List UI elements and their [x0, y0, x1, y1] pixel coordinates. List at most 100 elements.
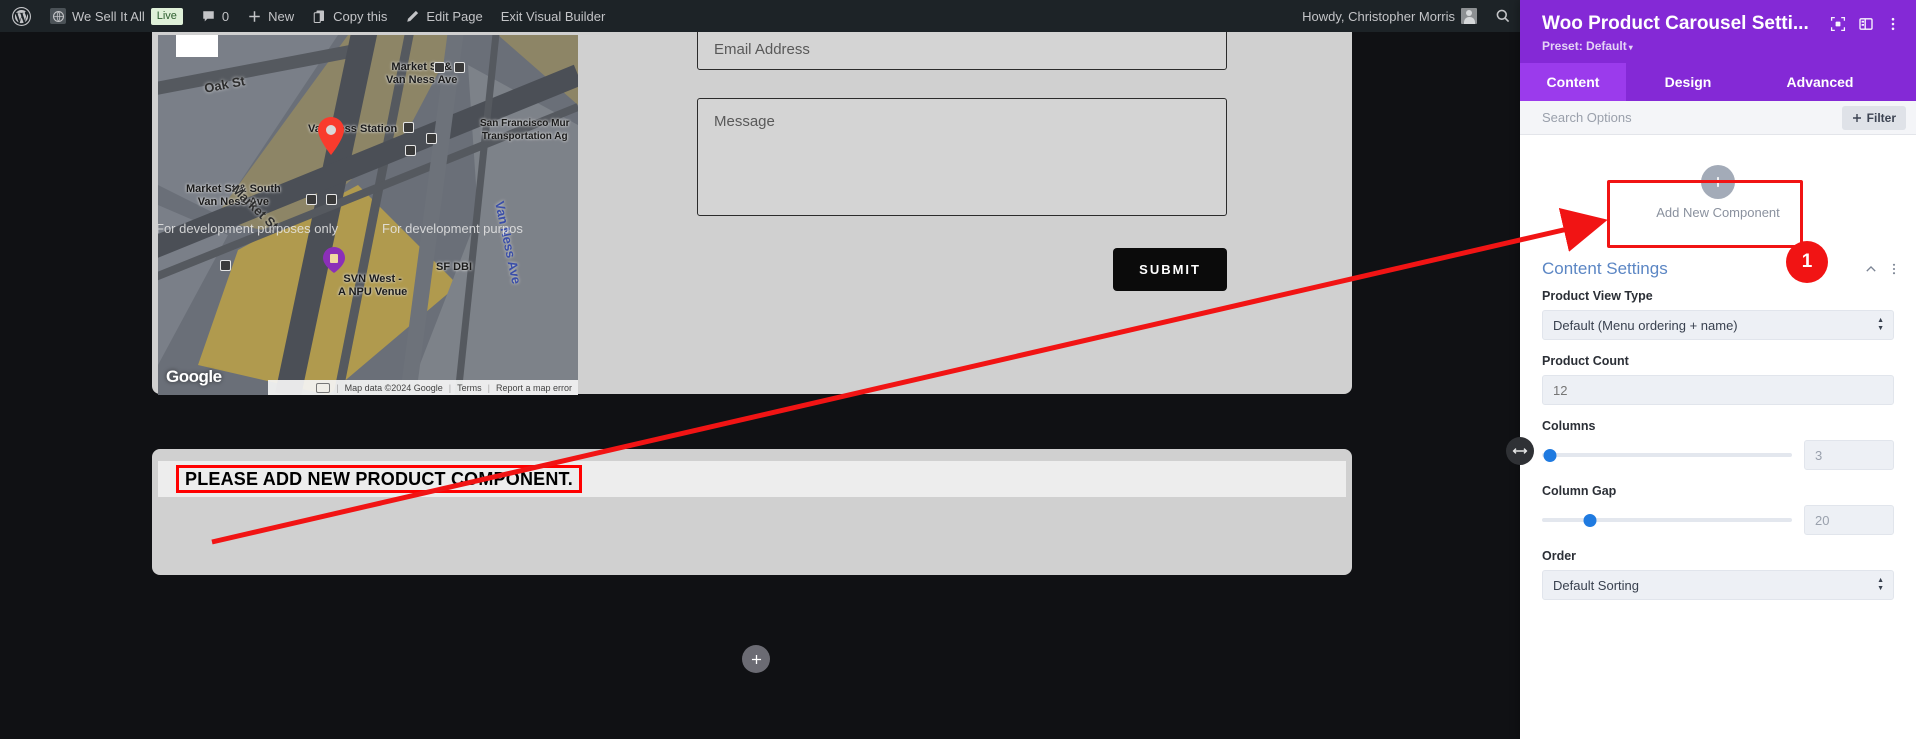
- map-data-text: Map data ©2024 Google: [344, 382, 443, 393]
- layout-columns-icon: [1859, 18, 1873, 30]
- slider-track: [1542, 518, 1792, 522]
- module-settings-panel: Woo Product Carousel Setti... Preset: De…: [1520, 0, 1916, 739]
- map-terms-link[interactable]: Terms: [457, 383, 482, 393]
- venue-marker-icon: [323, 247, 345, 273]
- plus-icon: [1852, 113, 1861, 122]
- builder-canvas: Market St & Van Ness Ave Van Ness Station…: [0, 32, 1520, 739]
- focus-target-icon[interactable]: [1830, 16, 1846, 32]
- site-icon: [52, 10, 64, 22]
- transit-icon: [405, 145, 416, 156]
- slider-thumb[interactable]: [1583, 513, 1596, 527]
- add-component-zone: Add New Component: [1520, 135, 1916, 245]
- panel-tabs: Content Design Advanced: [1520, 63, 1916, 101]
- map-watermark: For development purpos: [382, 221, 523, 236]
- copy-this-label: Copy this: [333, 8, 388, 24]
- map-watermark: For development purposes only: [158, 221, 339, 236]
- attr-divider: |: [336, 382, 339, 393]
- google-map[interactable]: Market St & Van Ness Ave Van Ness Station…: [158, 35, 578, 395]
- traffic-light-icon: [220, 260, 231, 271]
- panel-header-row: Woo Product Carousel Setti...: [1542, 13, 1900, 35]
- field-label: Columns: [1542, 419, 1596, 433]
- columns-slider[interactable]: [1542, 440, 1792, 470]
- comment-count: 0: [221, 8, 230, 24]
- layout-columns-icon[interactable]: [1858, 16, 1874, 32]
- plus-icon: [1701, 164, 1735, 199]
- select-value: Default (Menu ordering + name): [1553, 317, 1738, 333]
- product-placeholder-banner: PLEASE ADD NEW PRODUCT COMPONENT.: [158, 461, 1346, 497]
- transit-icon: [426, 133, 437, 144]
- contact-section: Market St & Van Ness Ave Van Ness Station…: [152, 32, 1352, 395]
- filter-button[interactable]: Filter: [1841, 105, 1906, 130]
- admin-bar-comments[interactable]: 0: [192, 0, 238, 32]
- transit-icon: [434, 62, 445, 73]
- keyboard-icon[interactable]: [316, 382, 331, 393]
- panel-title: Woo Product Carousel Setti...: [1542, 13, 1809, 34]
- product-count-input[interactable]: [1542, 375, 1894, 405]
- field-column-gap: Column Gap 20: [1520, 484, 1916, 535]
- google-logo: Google: [166, 367, 222, 386]
- admin-bar-exit-visual-builder[interactable]: Exit Visual Builder: [492, 0, 615, 32]
- search-input[interactable]: [1542, 110, 1782, 125]
- admin-bar-account[interactable]: Howdy, Christopher Morris: [1293, 0, 1486, 32]
- panel-search-row: Filter: [1520, 101, 1916, 135]
- plus-icon: [1713, 176, 1723, 187]
- admin-bar-search[interactable]: [1486, 0, 1520, 32]
- map-white-overlay: [176, 35, 218, 57]
- message-field[interactable]: [697, 98, 1227, 216]
- transit-icon: [403, 122, 414, 133]
- product-view-type-select[interactable]: Default (Menu ordering + name) ▲ ▼: [1542, 310, 1894, 340]
- slider-track: [1542, 453, 1792, 457]
- email-field[interactable]: [697, 32, 1227, 70]
- content-settings-header[interactable]: Content Settings: [1520, 245, 1916, 289]
- admin-bar-site-name[interactable]: We Sell It All Live: [41, 0, 192, 32]
- horizontal-resize-icon: [1512, 448, 1528, 454]
- chevron-down-icon: ▾: [1628, 43, 1633, 52]
- preset-selector[interactable]: Preset: Default ▾: [1542, 39, 1900, 53]
- more-vertical-icon[interactable]: [1886, 16, 1900, 32]
- admin-bar-copy-this[interactable]: Copy this: [303, 0, 396, 32]
- add-new-component-label: Add New Component: [1656, 204, 1780, 220]
- tab-design[interactable]: Design: [1626, 63, 1750, 101]
- slider-thumb[interactable]: [1543, 448, 1556, 462]
- screen-root: We Sell It All Live 0 New Copy this Edit…: [0, 0, 1916, 739]
- field-product-count: Product Count: [1520, 354, 1916, 405]
- submit-row: SUBMIT: [697, 248, 1227, 291]
- admin-bar-edit-page[interactable]: Edit Page: [396, 0, 491, 32]
- wordpress-logo-icon[interactable]: [0, 0, 41, 32]
- map-report-link[interactable]: Report a map error: [496, 383, 572, 393]
- wordpress-logo-icon: [12, 6, 31, 26]
- column-gap-slider[interactable]: [1542, 505, 1792, 535]
- transit-icon: [306, 194, 317, 205]
- map-attribution: | Map data ©2024 Google | Terms | Report…: [268, 380, 578, 395]
- map-label: Market St & Van Ness Ave: [386, 61, 458, 86]
- tab-advanced[interactable]: Advanced: [1750, 63, 1890, 101]
- admin-bar-new[interactable]: New: [238, 0, 303, 32]
- wp-admin-bar: We Sell It All Live 0 New Copy this Edit…: [0, 0, 1520, 32]
- add-row-button[interactable]: [742, 645, 770, 673]
- chevron-up-icon: ▲: [1877, 317, 1884, 324]
- submit-button[interactable]: SUBMIT: [1113, 248, 1227, 291]
- columns-value[interactable]: 3: [1804, 440, 1894, 470]
- tab-content[interactable]: Content: [1520, 63, 1626, 101]
- map-pin-icon: [318, 117, 344, 155]
- map-label: San Francisco Mur Transportation Ag: [480, 118, 570, 142]
- more-vertical-icon[interactable]: [1888, 262, 1900, 276]
- howdy-label: Howdy, Christopher Morris: [1302, 8, 1455, 24]
- preset-label: Preset: Default: [1542, 39, 1627, 53]
- chevron-up-icon: ▲: [1877, 577, 1884, 584]
- add-new-component-button[interactable]: Add New Component: [1618, 157, 1818, 227]
- chevron-up-icon[interactable]: [1864, 262, 1878, 276]
- column-gap-value[interactable]: 20: [1804, 505, 1894, 535]
- panel-resize-handle[interactable]: [1506, 437, 1534, 465]
- search-icon: [1496, 9, 1510, 23]
- plus-icon: [249, 10, 260, 22]
- panel-body: Add New Component Content Settings Produ…: [1520, 135, 1916, 739]
- order-select[interactable]: Default Sorting ▲ ▼: [1542, 570, 1894, 600]
- product-carousel-section: PLEASE ADD NEW PRODUCT COMPONENT.: [152, 449, 1352, 575]
- avatar: [1461, 8, 1477, 24]
- columns-slider-row: 3: [1542, 440, 1894, 470]
- field-order: Order Default Sorting ▲ ▼: [1520, 549, 1916, 600]
- field-label: Column Gap: [1542, 484, 1617, 498]
- product-placeholder-notice: PLEASE ADD NEW PRODUCT COMPONENT.: [176, 465, 582, 493]
- more-vertical-icon: [1891, 17, 1895, 31]
